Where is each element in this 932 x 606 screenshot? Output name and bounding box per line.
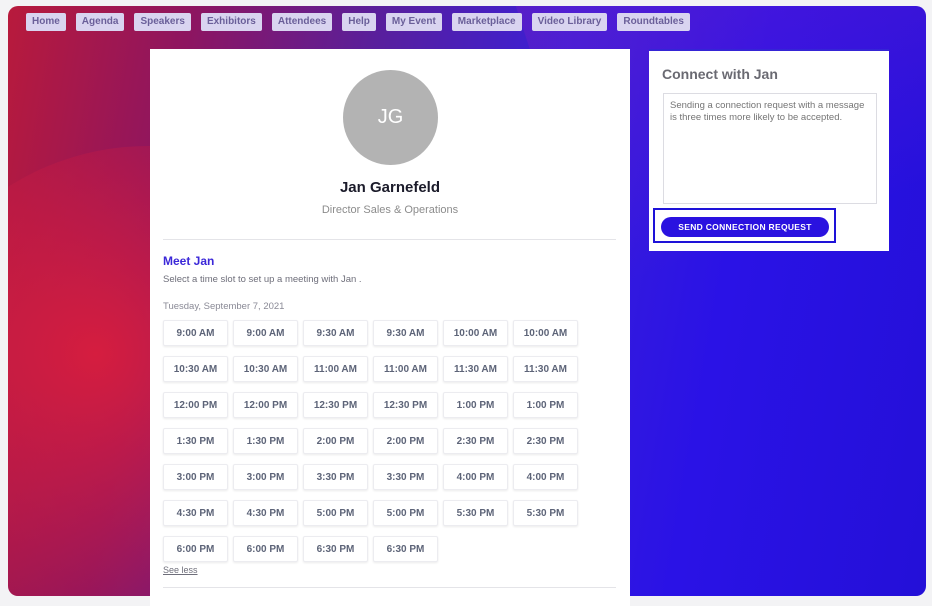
time-slot-button[interactable]: 2:00 PM — [373, 428, 438, 454]
time-slot-button[interactable]: 9:30 AM — [303, 320, 368, 346]
time-slot-button[interactable]: 9:30 AM — [373, 320, 438, 346]
time-slot-button[interactable]: 2:30 PM — [513, 428, 578, 454]
profile-job-title: Director Sales & Operations — [321, 204, 459, 216]
nav-help[interactable]: Help — [342, 13, 376, 31]
meeting-subtitle: Select a time slot to set up a meeting w… — [163, 274, 362, 285]
time-slot-button[interactable]: 1:30 PM — [163, 428, 228, 454]
time-slot-button[interactable]: 11:00 AM — [303, 356, 368, 382]
connect-panel: Connect with Jan SEND CONNECTION REQUEST — [649, 49, 889, 251]
divider — [163, 239, 616, 240]
time-slot-button[interactable]: 11:00 AM — [373, 356, 438, 382]
nav-roundtables[interactable]: Roundtables — [617, 13, 690, 31]
time-slot-button[interactable]: 9:00 AM — [233, 320, 298, 346]
nav-home[interactable]: Home — [26, 13, 66, 31]
nav-speakers[interactable]: Speakers — [134, 13, 191, 31]
time-slot-button[interactable]: 11:30 AM — [443, 356, 508, 382]
time-slot-button[interactable]: 6:30 PM — [373, 536, 438, 562]
time-slot-button[interactable]: 12:00 PM — [233, 392, 298, 418]
time-slot-button[interactable]: 12:00 PM — [163, 392, 228, 418]
time-slot-button[interactable]: 11:30 AM — [513, 356, 578, 382]
time-slot-button[interactable]: 3:00 PM — [163, 464, 228, 490]
time-slot-button[interactable]: 4:00 PM — [443, 464, 508, 490]
nav-video-library[interactable]: Video Library — [531, 13, 608, 31]
time-slot-button[interactable]: 6:00 PM — [233, 536, 298, 562]
time-slot-button[interactable]: 9:00 AM — [163, 320, 228, 346]
profile-card: JG Jan Garnefeld Director Sales & Operat… — [150, 49, 630, 606]
divider — [163, 587, 616, 588]
nav-exhibitors[interactable]: Exhibitors — [200, 13, 262, 31]
time-slot-button[interactable]: 5:00 PM — [303, 500, 368, 526]
time-slot-button[interactable]: 2:00 PM — [303, 428, 368, 454]
meeting-heading: Meet Jan — [163, 254, 215, 268]
profile-name: Jan Garnefeld — [339, 179, 441, 196]
see-less-link[interactable]: See less — [163, 565, 198, 575]
time-slot-button[interactable]: 2:30 PM — [443, 428, 508, 454]
time-slot-button[interactable]: 4:00 PM — [513, 464, 578, 490]
top-navigation: Home Agenda Speakers Exhibitors Attendee… — [26, 13, 690, 31]
time-slot-button[interactable]: 10:30 AM — [163, 356, 228, 382]
nav-agenda[interactable]: Agenda — [75, 13, 125, 31]
time-slot-button[interactable]: 3:30 PM — [303, 464, 368, 490]
time-slot-button[interactable]: 4:30 PM — [233, 500, 298, 526]
time-slot-button[interactable]: 12:30 PM — [303, 392, 368, 418]
time-slot-button[interactable]: 5:30 PM — [443, 500, 508, 526]
time-slot-button[interactable]: 6:00 PM — [163, 536, 228, 562]
meeting-date: Tuesday, September 7, 2021 — [163, 301, 285, 312]
time-slot-button[interactable]: 10:00 AM — [513, 320, 578, 346]
nav-my-event[interactable]: My Event — [385, 13, 442, 31]
time-slot-button[interactable]: 1:00 PM — [513, 392, 578, 418]
connect-title: Connect with Jan — [662, 66, 778, 82]
time-slot-button[interactable]: 5:30 PM — [513, 500, 578, 526]
time-slot-button[interactable]: 10:00 AM — [443, 320, 508, 346]
time-slot-button[interactable]: 12:30 PM — [373, 392, 438, 418]
time-slot-button[interactable]: 10:30 AM — [233, 356, 298, 382]
nav-marketplace[interactable]: Marketplace — [451, 13, 522, 31]
avatar: JG — [343, 70, 438, 165]
nav-attendees[interactable]: Attendees — [271, 13, 333, 31]
time-slot-grid: 9:00 AM 9:00 AM 9:30 AM 9:30 AM 10:00 AM 10:0… — [163, 320, 593, 562]
send-connection-request-button[interactable]: SEND CONNECTION REQUEST — [661, 217, 829, 237]
time-slot-button[interactable]: 1:00 PM — [443, 392, 508, 418]
time-slot-button[interactable]: 6:30 PM — [303, 536, 368, 562]
connection-message-input[interactable] — [663, 93, 877, 204]
time-slot-button[interactable]: 1:30 PM — [233, 428, 298, 454]
time-slot-button[interactable]: 4:30 PM — [163, 500, 228, 526]
time-slot-button[interactable]: 5:00 PM — [373, 500, 438, 526]
avatar-initials: JG — [377, 106, 404, 128]
time-slot-button[interactable]: 3:00 PM — [233, 464, 298, 490]
time-slot-button[interactable]: 3:30 PM — [373, 464, 438, 490]
